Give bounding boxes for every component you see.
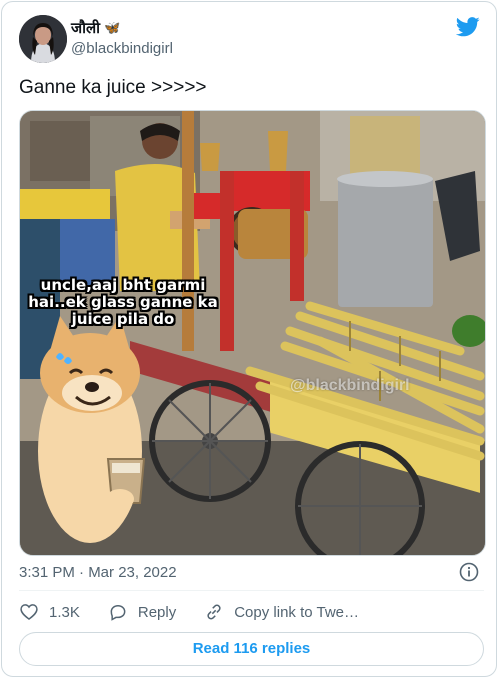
tweet-card: जौली 🦋 @blackbindigirl Ganne ka juice >>… [1, 1, 497, 677]
twitter-logo-icon[interactable] [456, 16, 480, 38]
reply-icon [110, 604, 126, 621]
tweet-media-image[interactable]: uncle,aaj bht garmi hai..ek glass ganne … [19, 110, 486, 556]
display-name-emoji: 🦋 [104, 20, 121, 35]
tweet-timestamp[interactable]: 3:31 PM · Mar 23, 2022 [19, 564, 177, 581]
copy-link-button[interactable]: Copy link to Twe… [204, 602, 359, 622]
sugarcane-juice-cart-photo [20, 111, 485, 555]
avatar-image [19, 15, 67, 63]
tweet-text: Ganne ka juice >>>>> [19, 77, 207, 98]
action-bar: 1.3K Reply Copy link to Twe… [19, 602, 387, 622]
read-replies-button[interactable]: Read 116 replies [19, 632, 484, 666]
like-button[interactable]: 1.3K [19, 602, 80, 622]
divider [19, 590, 484, 591]
reply-button[interactable]: Reply [108, 602, 176, 622]
display-name[interactable]: जौली [71, 18, 100, 38]
info-icon[interactable] [459, 562, 479, 582]
like-count: 1.3K [49, 603, 80, 621]
user-handle[interactable]: @blackbindigirl [71, 40, 173, 57]
link-icon [207, 604, 221, 620]
name-row[interactable]: जौली 🦋 [71, 18, 120, 38]
image-watermark: @blackbindigirl [290, 377, 410, 394]
avatar[interactable] [19, 15, 67, 63]
meme-caption: uncle,aaj bht garmi hai..ek glass ganne … [28, 276, 218, 328]
reply-label: Reply [137, 603, 177, 621]
copy-link-label: Copy link to Twe… [234, 603, 359, 621]
heart-icon [20, 604, 38, 621]
